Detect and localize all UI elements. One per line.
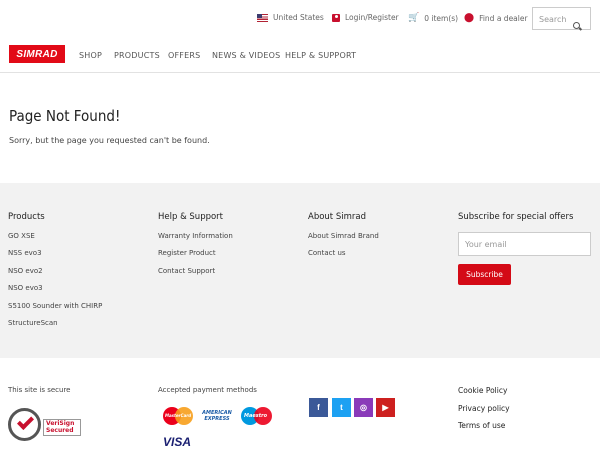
privacy-policy-link[interactable]: Privacy policy <box>458 404 510 413</box>
search-input[interactable]: Search <box>532 7 591 30</box>
cart-icon: 🛒 <box>408 13 420 23</box>
verisign-circle <box>8 408 41 441</box>
footer-link-warranty[interactable]: Warranty Information <box>158 232 233 240</box>
cookie-policy-link[interactable]: Cookie Policy <box>458 386 507 395</box>
footer-link-nso-evo2[interactable]: NSO evo2 <box>8 267 43 275</box>
utility-bar: United States Login/Register 🛒 0 item(s)… <box>0 0 600 36</box>
login-register-link[interactable]: Login/Register <box>332 13 399 22</box>
subscribe-heading: Subscribe for special offers <box>458 212 574 222</box>
payment-label: Accepted payment methods <box>158 386 257 394</box>
instagram-icon[interactable]: ◎ <box>354 398 373 417</box>
visa-logo: VISA <box>163 435 192 449</box>
us-flag-icon <box>257 13 268 22</box>
footer-link-nss-evo3[interactable]: NSS evo3 <box>8 249 42 257</box>
nav-offers[interactable]: OFFERS <box>168 51 200 60</box>
nav-shop[interactable]: SHOP <box>79 51 102 60</box>
search-icon[interactable] <box>573 22 580 29</box>
main-nav: SIMRAD SHOP PRODUCTS OFFERS NEWS & VIDEO… <box>0 36 600 73</box>
about-heading: About Simrad <box>308 212 366 222</box>
products-heading: Products <box>8 212 45 222</box>
verisign-badge[interactable]: VeriSign Secured <box>8 405 82 443</box>
footer-link-register-product[interactable]: Register Product <box>158 249 216 257</box>
mastercard-logo: MasterCard <box>163 407 193 425</box>
cart-link[interactable]: 🛒 0 item(s) <box>408 13 458 23</box>
checkmark-icon <box>17 413 34 430</box>
cart-label: 0 item(s) <box>424 13 459 23</box>
page-title: Page Not Found! <box>9 107 121 125</box>
maestro-logo: Maestro <box>241 407 273 425</box>
country-selector[interactable]: United States <box>257 13 324 22</box>
facebook-icon[interactable]: f <box>309 398 328 417</box>
nav-products[interactable]: PRODUCTS <box>114 51 160 60</box>
simrad-logo[interactable]: SIMRAD <box>9 45 65 63</box>
subscribe-button[interactable]: Subscribe <box>458 264 511 285</box>
verisign-text: VeriSign Secured <box>43 419 81 436</box>
terms-of-use-link[interactable]: Terms of use <box>458 421 505 430</box>
footer-link-contact-us[interactable]: Contact us <box>308 249 346 257</box>
help-heading: Help & Support <box>158 212 224 222</box>
country-label: United States <box>273 13 324 22</box>
nav-news-videos[interactable]: NEWS & VIDEOS <box>212 51 280 60</box>
footer-link-about-brand[interactable]: About Simrad Brand <box>308 232 379 240</box>
user-icon <box>332 13 340 22</box>
email-input[interactable]: Your email <box>458 232 591 256</box>
amex-logo: AMERICAN EXPRESS <box>202 410 232 422</box>
twitter-icon[interactable]: t <box>332 398 351 417</box>
secure-label: This site is secure <box>8 386 71 394</box>
nav-help-support[interactable]: HELP & SUPPORT <box>285 51 356 60</box>
footer-link-s5100[interactable]: S5100 Sounder with CHIRP <box>8 302 102 310</box>
dealer-label: Find a dealer <box>479 13 528 23</box>
footer-link-go-xse[interactable]: GO XSE <box>8 232 35 240</box>
footer-link-structurescan[interactable]: StructureScan <box>8 319 58 327</box>
footer-link-nso-evo3[interactable]: NSO evo3 <box>8 284 43 292</box>
youtube-icon[interactable]: ▶ <box>376 398 395 417</box>
error-message: Sorry, but the page you requested can't … <box>9 136 210 145</box>
location-pin-icon: ⬤ <box>464 13 475 23</box>
footer-link-contact-support[interactable]: Contact Support <box>158 267 215 275</box>
find-dealer-link[interactable]: ⬤ Find a dealer <box>464 13 528 23</box>
login-label: Login/Register <box>345 13 399 22</box>
